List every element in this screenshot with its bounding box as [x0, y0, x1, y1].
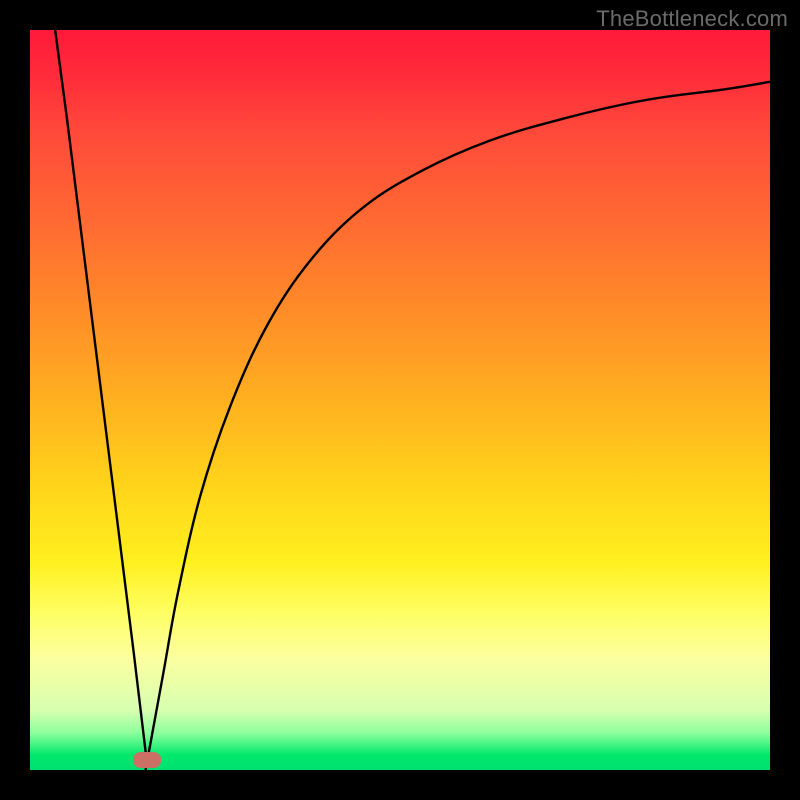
- watermark-text: TheBottleneck.com: [596, 6, 788, 32]
- bottleneck-curve: [30, 30, 770, 770]
- minimum-marker: [133, 752, 161, 768]
- chart-frame: TheBottleneck.com: [0, 0, 800, 800]
- plot-area: [30, 30, 770, 770]
